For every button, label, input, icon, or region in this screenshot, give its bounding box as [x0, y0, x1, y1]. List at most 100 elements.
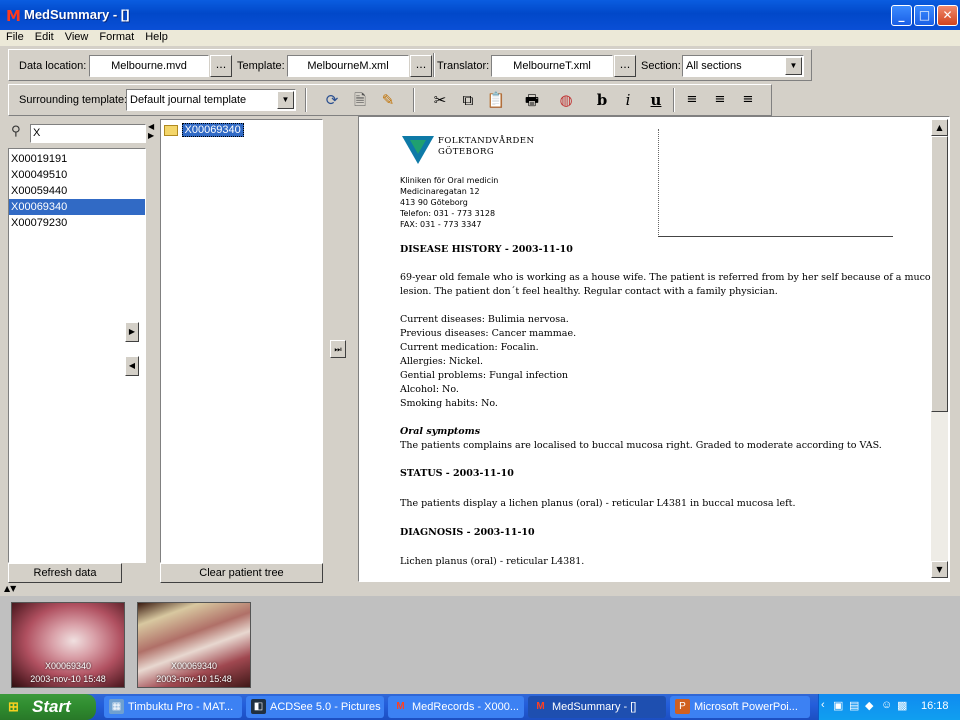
status-heading: STATUS - 2003-11-10: [400, 468, 514, 479]
align-right-icon[interactable]: ≡: [737, 89, 759, 111]
template-field[interactable]: MelbourneM.xml: [287, 55, 409, 77]
clock: 16:18: [921, 700, 949, 712]
edit-pencil-icon[interactable]: ✎: [377, 89, 399, 111]
template-browse-button[interactable]: ...: [410, 55, 432, 77]
menu-help[interactable]: Help: [139, 30, 173, 43]
refresh-icon[interactable]: ⟳: [321, 89, 343, 111]
translator-field[interactable]: MelbourneT.xml: [491, 55, 613, 77]
system-tray: ‹ ▣ ▤ ◆ ☺ ▩ 16:18: [818, 694, 960, 720]
remove-from-tree-button[interactable]: ◀: [125, 356, 139, 376]
scroll-up-icon[interactable]: ▲: [931, 119, 948, 136]
tree-node[interactable]: X00069340: [164, 123, 244, 137]
cut-icon[interactable]: ✂: [429, 89, 451, 111]
thumbnail[interactable]: X00069340 2003-nov-10 15:48: [11, 602, 125, 688]
refresh-data-button[interactable]: Refresh data: [8, 563, 122, 583]
task-medrecords[interactable]: M MedRecords - X000...: [388, 696, 524, 718]
chevron-down-icon[interactable]: ▼: [785, 57, 802, 75]
list-item[interactable]: X00059440: [9, 183, 145, 199]
collapse-left-icon[interactable]: ◀: [148, 122, 154, 131]
generate-summary-button[interactable]: ⏭: [330, 340, 346, 358]
data-location-browse-button[interactable]: ...: [210, 55, 232, 77]
patient-tree: X00069340: [160, 119, 323, 563]
splitter-icon[interactable]: ▲▼: [4, 584, 16, 593]
underline-button[interactable]: u: [645, 89, 667, 111]
thumbnail-date: 2003-nov-10 15:48: [156, 674, 232, 684]
translator-browse-button[interactable]: ...: [614, 55, 636, 77]
list-item[interactable]: X00069340: [9, 199, 145, 215]
security-icon[interactable]: ◆: [865, 699, 873, 712]
tree-node-label: X00069340: [181, 123, 244, 137]
paste-icon[interactable]: 📋: [485, 89, 507, 111]
org-city: GÖTEBORG: [438, 147, 495, 157]
tray-expand-icon[interactable]: ‹: [821, 699, 825, 711]
search-input[interactable]: X: [30, 124, 146, 143]
display-icon[interactable]: ▤: [849, 699, 859, 712]
status-text: The patients display a lichen planus (or…: [400, 498, 796, 509]
task-label: ACDSee 5.0 - Pictures: [270, 701, 381, 713]
current-medication: Current medication: Focalin.: [400, 342, 539, 353]
header-rule: [658, 236, 893, 237]
connection-icon[interactable]: ▩: [897, 699, 907, 712]
list-item[interactable]: X00019191: [9, 151, 145, 167]
toolbar-separator: [673, 88, 675, 112]
task-timbuktu[interactable]: ▦ Timbuktu Pro - MAT...: [104, 696, 242, 718]
close-button[interactable]: ✕: [937, 5, 958, 26]
task-label: MedRecords - X000...: [412, 701, 519, 713]
task-medsummary[interactable]: M MedSummary - []: [528, 696, 666, 718]
task-powerpoint[interactable]: P Microsoft PowerPoi...: [670, 696, 810, 718]
section-select[interactable]: All sections ▼: [682, 55, 804, 77]
oral-symptoms-heading: Oral symptoms: [400, 426, 481, 437]
scroll-down-icon[interactable]: ▼: [931, 561, 948, 578]
task-label: MedSummary - []: [552, 701, 637, 713]
thumbnail[interactable]: X00069340 2003-nov-10 15:48: [137, 602, 251, 688]
surrounding-template-select[interactable]: Default journal template ▼: [126, 89, 296, 111]
chevron-down-icon[interactable]: ▼: [277, 91, 294, 109]
intro-line-2: lesion. The patient don´t feel healthy. …: [400, 286, 778, 297]
address-line: Kliniken för Oral medicin: [400, 176, 499, 185]
medsummary-icon: M: [536, 701, 545, 712]
italic-button[interactable]: i: [617, 89, 639, 111]
thumbnail-date: 2003-nov-10 15:48: [30, 674, 106, 684]
align-center-icon[interactable]: ≡: [709, 89, 731, 111]
medsummary-icon: M: [6, 7, 21, 25]
network-icon[interactable]: ▣: [833, 699, 843, 712]
menu-view[interactable]: View: [59, 30, 94, 43]
data-toolbar: Data location: Melbourne.mvd ... Templat…: [8, 49, 812, 81]
menu-format[interactable]: Format: [93, 30, 139, 43]
image-thumbnail-strip: X00069340 2003-nov-10 15:48 X00069340 20…: [0, 596, 960, 694]
maximize-button[interactable]: □: [914, 5, 935, 26]
data-location-field[interactable]: Melbourne.mvd: [89, 55, 209, 77]
clear-patient-tree-button[interactable]: Clear patient tree: [160, 563, 323, 583]
document-scrollbar[interactable]: ▲ ▼: [931, 119, 948, 578]
oral-symptoms-text: The patients complains are localised to …: [400, 440, 882, 451]
menu-file[interactable]: File: [0, 30, 29, 43]
color-picker-icon[interactable]: ◍: [555, 89, 577, 111]
genital-problems: Gential problems: Fungal infection: [400, 370, 569, 381]
bold-button[interactable]: b: [591, 89, 613, 111]
template-settings-icon[interactable]: 🗎: [349, 89, 371, 111]
windows-logo-icon: ⊞: [8, 699, 19, 714]
print-icon[interactable]: 🖶: [521, 89, 543, 111]
diagnosis-heading: DIAGNOSIS - 2003-11-10: [400, 527, 535, 538]
section-label: Section:: [641, 60, 681, 72]
scroll-thumb[interactable]: [931, 136, 948, 412]
list-item[interactable]: X00079230: [9, 215, 145, 231]
previous-diseases: Previous diseases: Cancer mammae.: [400, 328, 577, 339]
list-item[interactable]: X00049510: [9, 167, 145, 183]
align-left-icon[interactable]: ≡: [681, 89, 703, 111]
menu-edit[interactable]: Edit: [29, 30, 59, 43]
address-line: 413 90 Göteborg: [400, 198, 468, 207]
folder-icon: [164, 124, 178, 136]
timbuktu-icon: ▦: [109, 699, 124, 714]
task-acdsee[interactable]: ◧ ACDSee 5.0 - Pictures: [246, 696, 384, 718]
minimize-button[interactable]: _: [891, 5, 912, 26]
copy-icon[interactable]: ⧉: [457, 89, 479, 111]
user-icon[interactable]: ☺: [881, 699, 892, 711]
data-location-label: Data location:: [19, 60, 87, 72]
summary-document: FOLKTANDVÅRDEN GÖTEBORG Kliniken för Ora…: [363, 119, 931, 578]
thumbnail-id: X00069340: [44, 661, 92, 671]
current-diseases: Current diseases: Bulimia nervosa.: [400, 314, 569, 325]
expand-right-icon[interactable]: ▶: [148, 131, 154, 140]
add-to-tree-button[interactable]: ▶: [125, 322, 139, 342]
start-button[interactable]: ⊞ Start: [0, 694, 96, 720]
